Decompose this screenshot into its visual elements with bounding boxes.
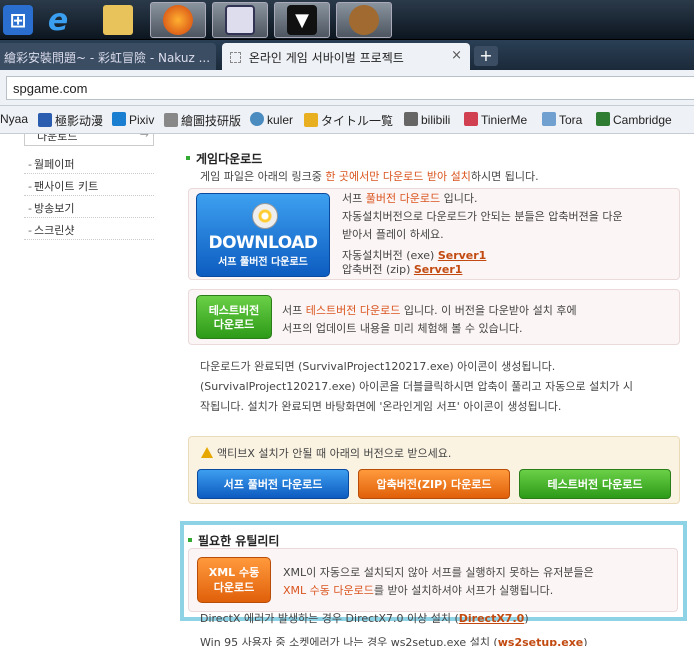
full-version-desc: 서프 풀버전 다운로드 입니다. 자동설치버전으로 다운로드가 안되는 분들은 …: [342, 192, 623, 241]
full-download-button[interactable]: DOWNLOAD 서프 풀버전 다운로드: [196, 193, 330, 277]
directx-link[interactable]: DirectX7.0: [459, 612, 525, 625]
bilibili-icon: [404, 112, 418, 126]
warning-icon: [201, 447, 213, 458]
sidebar-item-screenshot[interactable]: - 스크린샷: [24, 218, 154, 240]
taskbar-foobar-button[interactable]: ▼: [274, 2, 330, 38]
window-icon: [225, 5, 255, 35]
activex-test-download-button[interactable]: 테스트버전 다운로드: [519, 469, 671, 499]
bookmarks-bar: Nyaa 極影动漫 Pixiv 繪圖技研版 kuler タイトル一覧 bilib…: [0, 106, 694, 134]
directx-line: DirectX 에러가 발생하는 경우 DirectX7.0 이상 설치 (Di…: [200, 612, 529, 625]
url-input[interactable]: spgame.com: [6, 76, 694, 100]
taskbar-firefox-button[interactable]: [150, 2, 206, 38]
taskbar-ie-button[interactable]: e: [30, 2, 86, 38]
bookmark-kuler[interactable]: kuler: [250, 112, 293, 127]
sidebar-item-fansite-kit[interactable]: - 팬사이트 키트: [24, 174, 154, 196]
foobar-icon: ▼: [287, 5, 317, 35]
taskbar: ⊞ e ▼: [0, 0, 694, 40]
test-download-button[interactable]: 테스트버전 다운로드: [196, 295, 272, 339]
close-icon[interactable]: ×: [451, 48, 462, 63]
taskbar-bear-button[interactable]: [336, 2, 392, 38]
ws2setup-link[interactable]: ws2setup.exe: [498, 636, 584, 646]
firefox-icon: [163, 5, 193, 35]
bookmark-nyaa[interactable]: Nyaa: [0, 112, 28, 126]
ie-icon: e: [47, 2, 69, 38]
arrow-icon: →: [139, 134, 149, 141]
section-title: 게임다운로드: [186, 150, 262, 167]
install-instructions: 다운로드가 완료되면 (SurvivalProject120217.exe) 아…: [200, 360, 634, 413]
tab-bar: 繪彩安裝問題~ - 彩虹冒險 - Nakuz ... 온라인 게임 서바이벌 프…: [0, 40, 694, 70]
pixiv-icon: [112, 112, 126, 126]
address-bar: spgame.com: [0, 70, 694, 106]
disc-icon: [252, 203, 278, 229]
bookmark-bilibili[interactable]: bilibili: [404, 112, 450, 127]
taskbar-window-button[interactable]: [212, 2, 268, 38]
zip-server1-link[interactable]: Server1: [414, 263, 463, 276]
taskbar-explorer-button[interactable]: [90, 2, 146, 38]
xml-desc: XML이 자동으로 설치되지 않아 서프를 실행하지 못하는 유저분들은 XML…: [283, 566, 594, 597]
page-content: 다운로드 → - 월페이퍼 - 팬사이트 키트 - 방송보기 - 스크린샷 게임다운로드…: [0, 134, 694, 646]
tab-label: 온라인 게임 서바이벌 프로젝트: [248, 51, 404, 65]
download-intro: 게임 파일은 아래의 링크중 한 곳에서만 다운로드 받아 설치하시면 됩니다.: [200, 170, 539, 183]
activex-box: 액티브X 설치가 안될 때 아래의 버전으로 받으세요. 서프 풀버전 다운로드…: [188, 436, 680, 504]
sidebar-item-wallpaper[interactable]: - 월페이퍼: [24, 152, 154, 174]
tab-label: 繪彩安裝問題~ - 彩虹冒險 - Nakuz ...: [4, 51, 211, 65]
bookmark-tinierme[interactable]: TinierMe: [464, 112, 527, 127]
sidebar-item-broadcast[interactable]: - 방송보기: [24, 196, 154, 218]
bookmark-title-list[interactable]: タイトル一覧: [304, 112, 393, 129]
test-version-desc: 서프 테스트버전 다운로드 입니다. 이 버전을 다운받아 설치 후에 서프의 …: [282, 304, 577, 335]
tab-nakuz[interactable]: 繪彩安裝問題~ - 彩虹冒險 - Nakuz ...: [0, 43, 216, 70]
windows-icon: ⊞: [3, 5, 33, 35]
bookmark-tora[interactable]: Tora: [542, 112, 582, 127]
bookmark-cambridge[interactable]: Cambridge: [596, 112, 672, 127]
page-icon: [230, 52, 241, 63]
ws2setup-line: Win 95 사용자 중 소켓에러가 나는 경우 ws2setup.exe 설치…: [200, 634, 588, 646]
activex-full-download-button[interactable]: 서프 풀버전 다운로드: [197, 469, 349, 499]
tinierme-icon: [464, 112, 478, 126]
sidebar-item-download[interactable]: 다운로드 →: [24, 134, 154, 146]
tora-icon: [542, 112, 556, 126]
sidebar: 다운로드 → - 월페이퍼 - 팬사이트 키트 - 방송보기 - 스크린샷: [24, 134, 154, 240]
bookmark-drawing[interactable]: 繪圖技研版: [164, 112, 241, 129]
bookmark-jiying[interactable]: 極影动漫: [38, 112, 103, 129]
bookmark-icon: [304, 113, 318, 127]
bookmark-pixiv[interactable]: Pixiv: [112, 112, 154, 127]
activex-warning: 액티브X 설치가 안될 때 아래의 버전으로 받으세요.: [201, 445, 451, 463]
utility-title: 필요한 유틸리티: [188, 532, 279, 549]
new-tab-button[interactable]: +: [474, 46, 498, 66]
utility-box: XML 수동 다운로드 XML이 자동으로 설치되지 않아 서프를 실행하지 못…: [188, 548, 678, 612]
tab-survival-project[interactable]: 온라인 게임 서바이벌 프로젝트 ×: [222, 43, 470, 70]
bear-icon: [349, 5, 379, 35]
kuler-icon: [250, 112, 264, 126]
activex-zip-download-button[interactable]: 압축버전(ZIP) 다운로드: [358, 469, 510, 499]
folder-icon: [103, 5, 133, 35]
bookmark-icon: [164, 113, 178, 127]
xml-download-button[interactable]: XML 수동 다운로드: [197, 557, 271, 603]
zip-line: 압축버전 (zip) Server1: [342, 263, 463, 276]
bookmark-icon: [38, 113, 52, 127]
cambridge-icon: [596, 112, 610, 126]
